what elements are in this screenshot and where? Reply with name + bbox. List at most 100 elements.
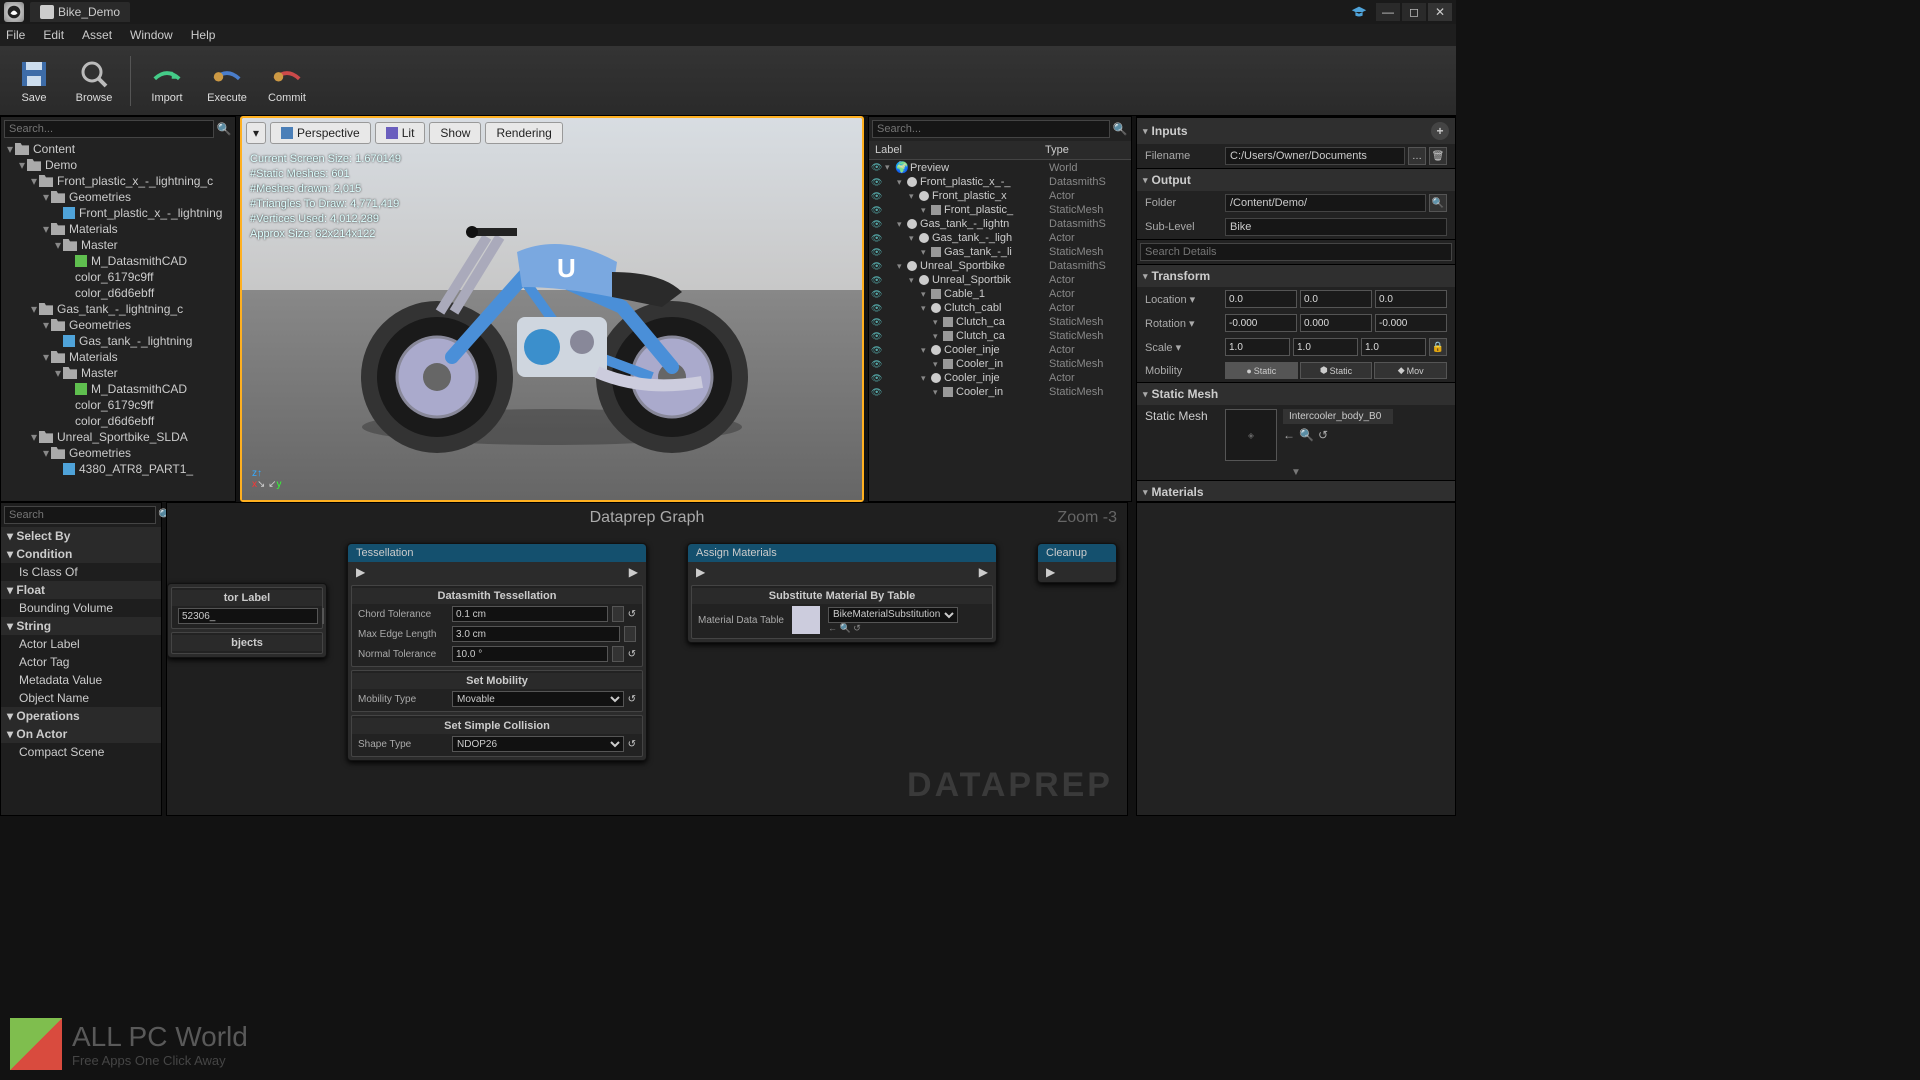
tree-node[interactable]: ▾Unreal_Sportbike_SLDA — [1, 429, 235, 445]
graph-node-tessellation[interactable]: Tessellation ▶▶ Datasmith Tessellation C… — [347, 543, 647, 761]
graduation-cap-icon[interactable] — [1350, 3, 1368, 21]
palette-item[interactable]: Metadata Value — [1, 671, 161, 689]
tree-node[interactable]: color_6179c9ff — [1, 397, 235, 413]
browse-file-button[interactable]: … — [1408, 147, 1426, 165]
menu-window[interactable]: Window — [130, 28, 173, 42]
palette-category[interactable]: ▾ Float — [1, 581, 161, 599]
details-search-input[interactable] — [1140, 243, 1452, 261]
outliner-row[interactable]: 👁▾Unreal_SportbikeDatasmithS — [869, 259, 1131, 273]
palette-item[interactable]: Actor Label — [1, 635, 161, 653]
palette-category[interactable]: ▾ Condition — [1, 545, 161, 563]
palette-item[interactable]: Compact Scene — [1, 743, 161, 761]
palette-item[interactable]: Bounding Volume — [1, 599, 161, 617]
outliner-row[interactable]: 👁▾🌍PreviewWorld — [869, 160, 1131, 175]
palette-item[interactable]: Is Class Of — [1, 563, 161, 581]
tree-node[interactable]: ▾Materials — [1, 349, 235, 365]
mobility-stationary[interactable]: ⬢ Static — [1300, 362, 1373, 379]
palette-category[interactable]: ▾ Select By — [1, 527, 161, 545]
viewport[interactable]: ▾ Perspective Lit Show Rendering Current… — [240, 116, 864, 502]
execute-button[interactable]: Execute — [199, 51, 255, 111]
outliner-row[interactable]: 👁▾Unreal_SportbikActor — [869, 273, 1131, 287]
document-tab[interactable]: Bike_Demo — [30, 2, 130, 22]
palette-item[interactable]: Object Name — [1, 689, 161, 707]
commit-button[interactable]: Commit — [259, 51, 315, 111]
outliner-row[interactable]: 👁▾Cooler_injeActor — [869, 343, 1131, 357]
tree-node[interactable]: ▾Master — [1, 365, 235, 381]
sublevel-input[interactable] — [1225, 218, 1447, 236]
import-button[interactable]: Import — [139, 51, 195, 111]
tree-node[interactable]: M_DatasmithCAD — [1, 253, 235, 269]
lock-scale-button[interactable]: 🔒 — [1429, 338, 1447, 356]
viewport-show-button[interactable]: Show — [429, 122, 481, 144]
menu-asset[interactable]: Asset — [82, 28, 112, 42]
tree-node[interactable]: Gas_tank_-_lightning — [1, 333, 235, 349]
save-button[interactable]: Save — [6, 51, 62, 111]
outliner-row[interactable]: 👁▾Gas_tank_-_liStaticMesh — [869, 245, 1131, 259]
asset-browse-button[interactable]: 🔍 — [1299, 428, 1314, 442]
folder-input[interactable] — [1225, 194, 1426, 212]
delete-input-button[interactable]: 🗑 — [1429, 147, 1447, 165]
tree-node[interactable]: color_6179c9ff — [1, 269, 235, 285]
palette-item[interactable]: Actor Tag — [1, 653, 161, 671]
outliner-row[interactable]: 👁▾Cooler_injeActor — [869, 371, 1131, 385]
tree-node[interactable]: ▾Master — [1, 237, 235, 253]
outliner-row[interactable]: 👁▾Cable_1Actor — [869, 287, 1131, 301]
add-input-button[interactable]: + — [1431, 122, 1449, 140]
outliner-row[interactable]: 👁▾Front_plastic_StaticMesh — [869, 203, 1131, 217]
outliner-row[interactable]: 👁▾Clutch_cablActor — [869, 301, 1131, 315]
tree-node[interactable]: Front_plastic_x_-_lightning — [1, 205, 235, 221]
datatable-thumbnail[interactable] — [792, 606, 820, 634]
palette-category[interactable]: ▾ On Actor — [1, 725, 161, 743]
tree-node[interactable]: ▾Gas_tank_-_lightning_c — [1, 301, 235, 317]
section-materials[interactable]: ▾Materials — [1137, 481, 1455, 502]
content-tree[interactable]: ▾Content▾Demo▾Front_plastic_x_-_lightnin… — [1, 141, 235, 501]
mobility-static[interactable]: ● Static — [1225, 362, 1298, 379]
outliner-row[interactable]: 👁▾Front_plastic_xActor — [869, 189, 1131, 203]
asset-use-button[interactable]: ← — [1283, 428, 1295, 442]
menu-edit[interactable]: Edit — [43, 28, 64, 42]
outliner-row[interactable]: 👁▾Clutch_caStaticMesh — [869, 329, 1131, 343]
tree-node[interactable]: ▾Demo — [1, 157, 235, 173]
menu-file[interactable]: File — [6, 28, 25, 42]
section-inputs[interactable]: ▾Inputs+ — [1137, 118, 1455, 144]
dataprep-graph[interactable]: Dataprep Graph Zoom -3 DATAPREP tor Labe… — [166, 502, 1128, 816]
outliner-row[interactable]: 👁▾Cooler_inStaticMesh — [869, 357, 1131, 371]
outliner-search-input[interactable] — [872, 120, 1110, 138]
tree-node[interactable]: color_d6d6ebff — [1, 285, 235, 301]
section-transform[interactable]: ▾Transform — [1137, 265, 1455, 287]
palette-category[interactable]: ▾ Operations — [1, 707, 161, 725]
graph-node-actorlabel[interactable]: tor Label bjects — [167, 583, 327, 658]
browse-folder-button[interactable]: 🔍 — [1429, 194, 1447, 212]
staticmesh-thumbnail[interactable]: ◈ — [1225, 409, 1277, 461]
section-output[interactable]: ▾Output — [1137, 169, 1455, 191]
palette-search-input[interactable] — [4, 506, 156, 524]
outliner-row[interactable]: 👁▾Gas_tank_-_lightnDatasmithS — [869, 217, 1131, 231]
close-button[interactable]: ✕ — [1428, 3, 1452, 21]
tree-node[interactable]: ▾Front_plastic_x_-_lightning_c — [1, 173, 235, 189]
graph-node-cleanup[interactable]: Cleanup ▶ — [1037, 543, 1117, 583]
viewport-menu-dropdown[interactable]: ▾ — [246, 122, 266, 144]
filename-input[interactable] — [1225, 147, 1405, 165]
outliner-row[interactable]: 👁▾Cooler_inStaticMesh — [869, 385, 1131, 399]
outliner-row[interactable]: 👁▾Front_plastic_x_-_DatasmithS — [869, 175, 1131, 189]
graph-node-materials[interactable]: Assign Materials ▶▶ Substitute Material … — [687, 543, 997, 643]
browse-button[interactable]: Browse — [66, 51, 122, 111]
tree-node[interactable]: ▾Materials — [1, 221, 235, 237]
asset-reset-button[interactable]: ↺ — [1318, 428, 1328, 442]
tree-node[interactable]: ▾Geometries — [1, 445, 235, 461]
outliner-row[interactable]: 👁▾Gas_tank_-_lighActor — [869, 231, 1131, 245]
content-search-input[interactable] — [4, 120, 214, 138]
outliner-row[interactable]: 👁▾Clutch_caStaticMesh — [869, 315, 1131, 329]
palette-category[interactable]: ▾ String — [1, 617, 161, 635]
staticmesh-asset[interactable]: Intercooler_body_B0 — [1283, 409, 1393, 424]
maximize-button[interactable]: ◻ — [1402, 3, 1426, 21]
tree-node[interactable]: ▾Geometries — [1, 189, 235, 205]
expand-staticmesh[interactable]: ▼ — [1137, 465, 1455, 480]
tree-node[interactable]: M_DatasmithCAD — [1, 381, 235, 397]
outliner-header[interactable]: Label Type — [869, 141, 1131, 160]
mobility-movable[interactable]: ◆ Mov — [1374, 362, 1447, 379]
viewport-lit-button[interactable]: Lit — [375, 122, 426, 144]
outliner-list[interactable]: 👁▾🌍PreviewWorld👁▾Front_plastic_x_-_Datas… — [869, 160, 1131, 501]
minimize-button[interactable]: — — [1376, 3, 1400, 21]
tree-node[interactable]: 4380_ATR8_PART1_ — [1, 461, 235, 477]
